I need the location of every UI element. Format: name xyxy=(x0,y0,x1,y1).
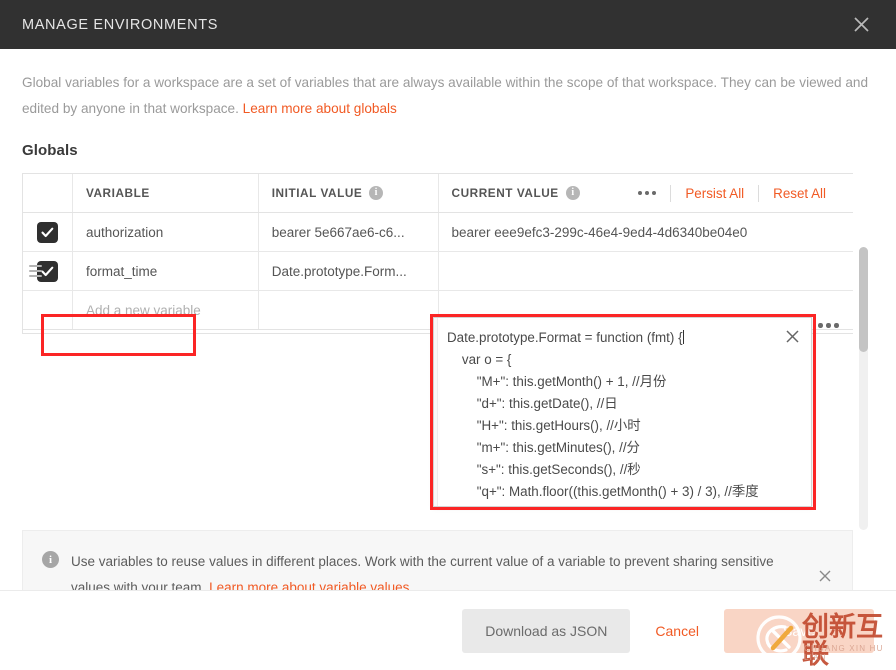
intro-paragraph: Global variables for a workspace are a s… xyxy=(22,70,874,122)
code-editor-content[interactable]: Date.prototype.Format = function (fmt) {… xyxy=(434,318,811,503)
reset-all-button[interactable]: Reset All xyxy=(759,186,840,201)
save-button[interactable]: Save xyxy=(724,609,874,653)
modal-titlebar: MANAGE ENVIRONMENTS xyxy=(0,0,896,49)
table-row: format_time Date.prototype.Form... xyxy=(23,252,853,291)
header-checkbox-cell xyxy=(23,174,73,212)
manage-environments-modal: MANAGE ENVIRONMENTS Global variables for… xyxy=(0,0,896,670)
column-header-initial-value: INITIAL VALUE i xyxy=(259,174,439,212)
close-icon[interactable] xyxy=(846,10,876,40)
intro-text: Global variables for a workspace are a s… xyxy=(22,75,868,116)
row-checkbox-cell xyxy=(23,252,73,290)
current-value-code-editor-popup[interactable]: Date.prototype.Format = function (fmt) {… xyxy=(433,317,812,507)
column-header-variable: VARIABLE xyxy=(73,174,259,212)
header-actions: Persist All Reset All xyxy=(624,174,840,212)
globals-section-title: Globals xyxy=(22,142,874,159)
download-as-json-button[interactable]: Download as JSON xyxy=(462,609,630,653)
editor-gutter xyxy=(434,318,438,506)
column-header-current-value: CURRENT VALUE i Persist All Reset All xyxy=(439,174,853,212)
column-header-current-value-label: CURRENT VALUE xyxy=(452,186,559,200)
drag-handle-icon[interactable] xyxy=(29,265,42,277)
modal-footer: Download as JSON Cancel Save xyxy=(0,590,896,670)
persist-all-button[interactable]: Persist All xyxy=(671,186,758,201)
cell-variable-name[interactable]: format_time xyxy=(73,252,259,290)
cell-current-value[interactable] xyxy=(439,252,853,290)
info-icon: i xyxy=(42,551,59,568)
row-options-ellipsis-icon[interactable] xyxy=(818,323,839,328)
add-new-variable-input[interactable]: Add a new variable xyxy=(73,291,259,329)
cell-initial-value[interactable]: bearer 5e667ae6-c6... xyxy=(259,213,439,251)
initial-value-info-icon[interactable]: i xyxy=(369,186,383,200)
current-value-info-icon[interactable]: i xyxy=(566,186,580,200)
table-scrollbar-track[interactable] xyxy=(859,247,868,530)
cell-initial-value[interactable]: Date.prototype.Form... xyxy=(259,252,439,290)
learn-more-globals-link[interactable]: Learn more about globals xyxy=(243,101,397,116)
globals-table: VARIABLE INITIAL VALUE i CURRENT VALUE i… xyxy=(22,173,853,334)
column-header-initial-value-label: INITIAL VALUE xyxy=(272,186,363,200)
page-title: MANAGE ENVIRONMENTS xyxy=(22,17,218,33)
new-row-initial-value[interactable] xyxy=(259,291,439,329)
cell-current-value[interactable]: bearer eee9efc3-299c-46e4-9ed4-4d6340be0… xyxy=(439,213,853,251)
table-header-row: VARIABLE INITIAL VALUE i CURRENT VALUE i… xyxy=(23,174,853,213)
cancel-button[interactable]: Cancel xyxy=(630,609,724,653)
row-checkbox-cell xyxy=(23,213,73,251)
modal-body: Global variables for a workspace are a s… xyxy=(0,49,896,670)
table-row: authorization bearer 5e667ae6-c6... bear… xyxy=(23,213,853,252)
code-editor-close-icon[interactable] xyxy=(782,326,802,346)
row-checkbox-authorization[interactable] xyxy=(37,222,58,243)
table-options-ellipsis-icon[interactable] xyxy=(624,185,670,201)
info-banner-close-icon[interactable] xyxy=(814,565,836,587)
cell-variable-name[interactable]: authorization xyxy=(73,213,259,251)
new-row-checkbox-cell xyxy=(23,291,73,329)
table-scrollbar-thumb[interactable] xyxy=(859,247,868,352)
info-banner-message: Use variables to reuse values in differe… xyxy=(71,554,774,595)
